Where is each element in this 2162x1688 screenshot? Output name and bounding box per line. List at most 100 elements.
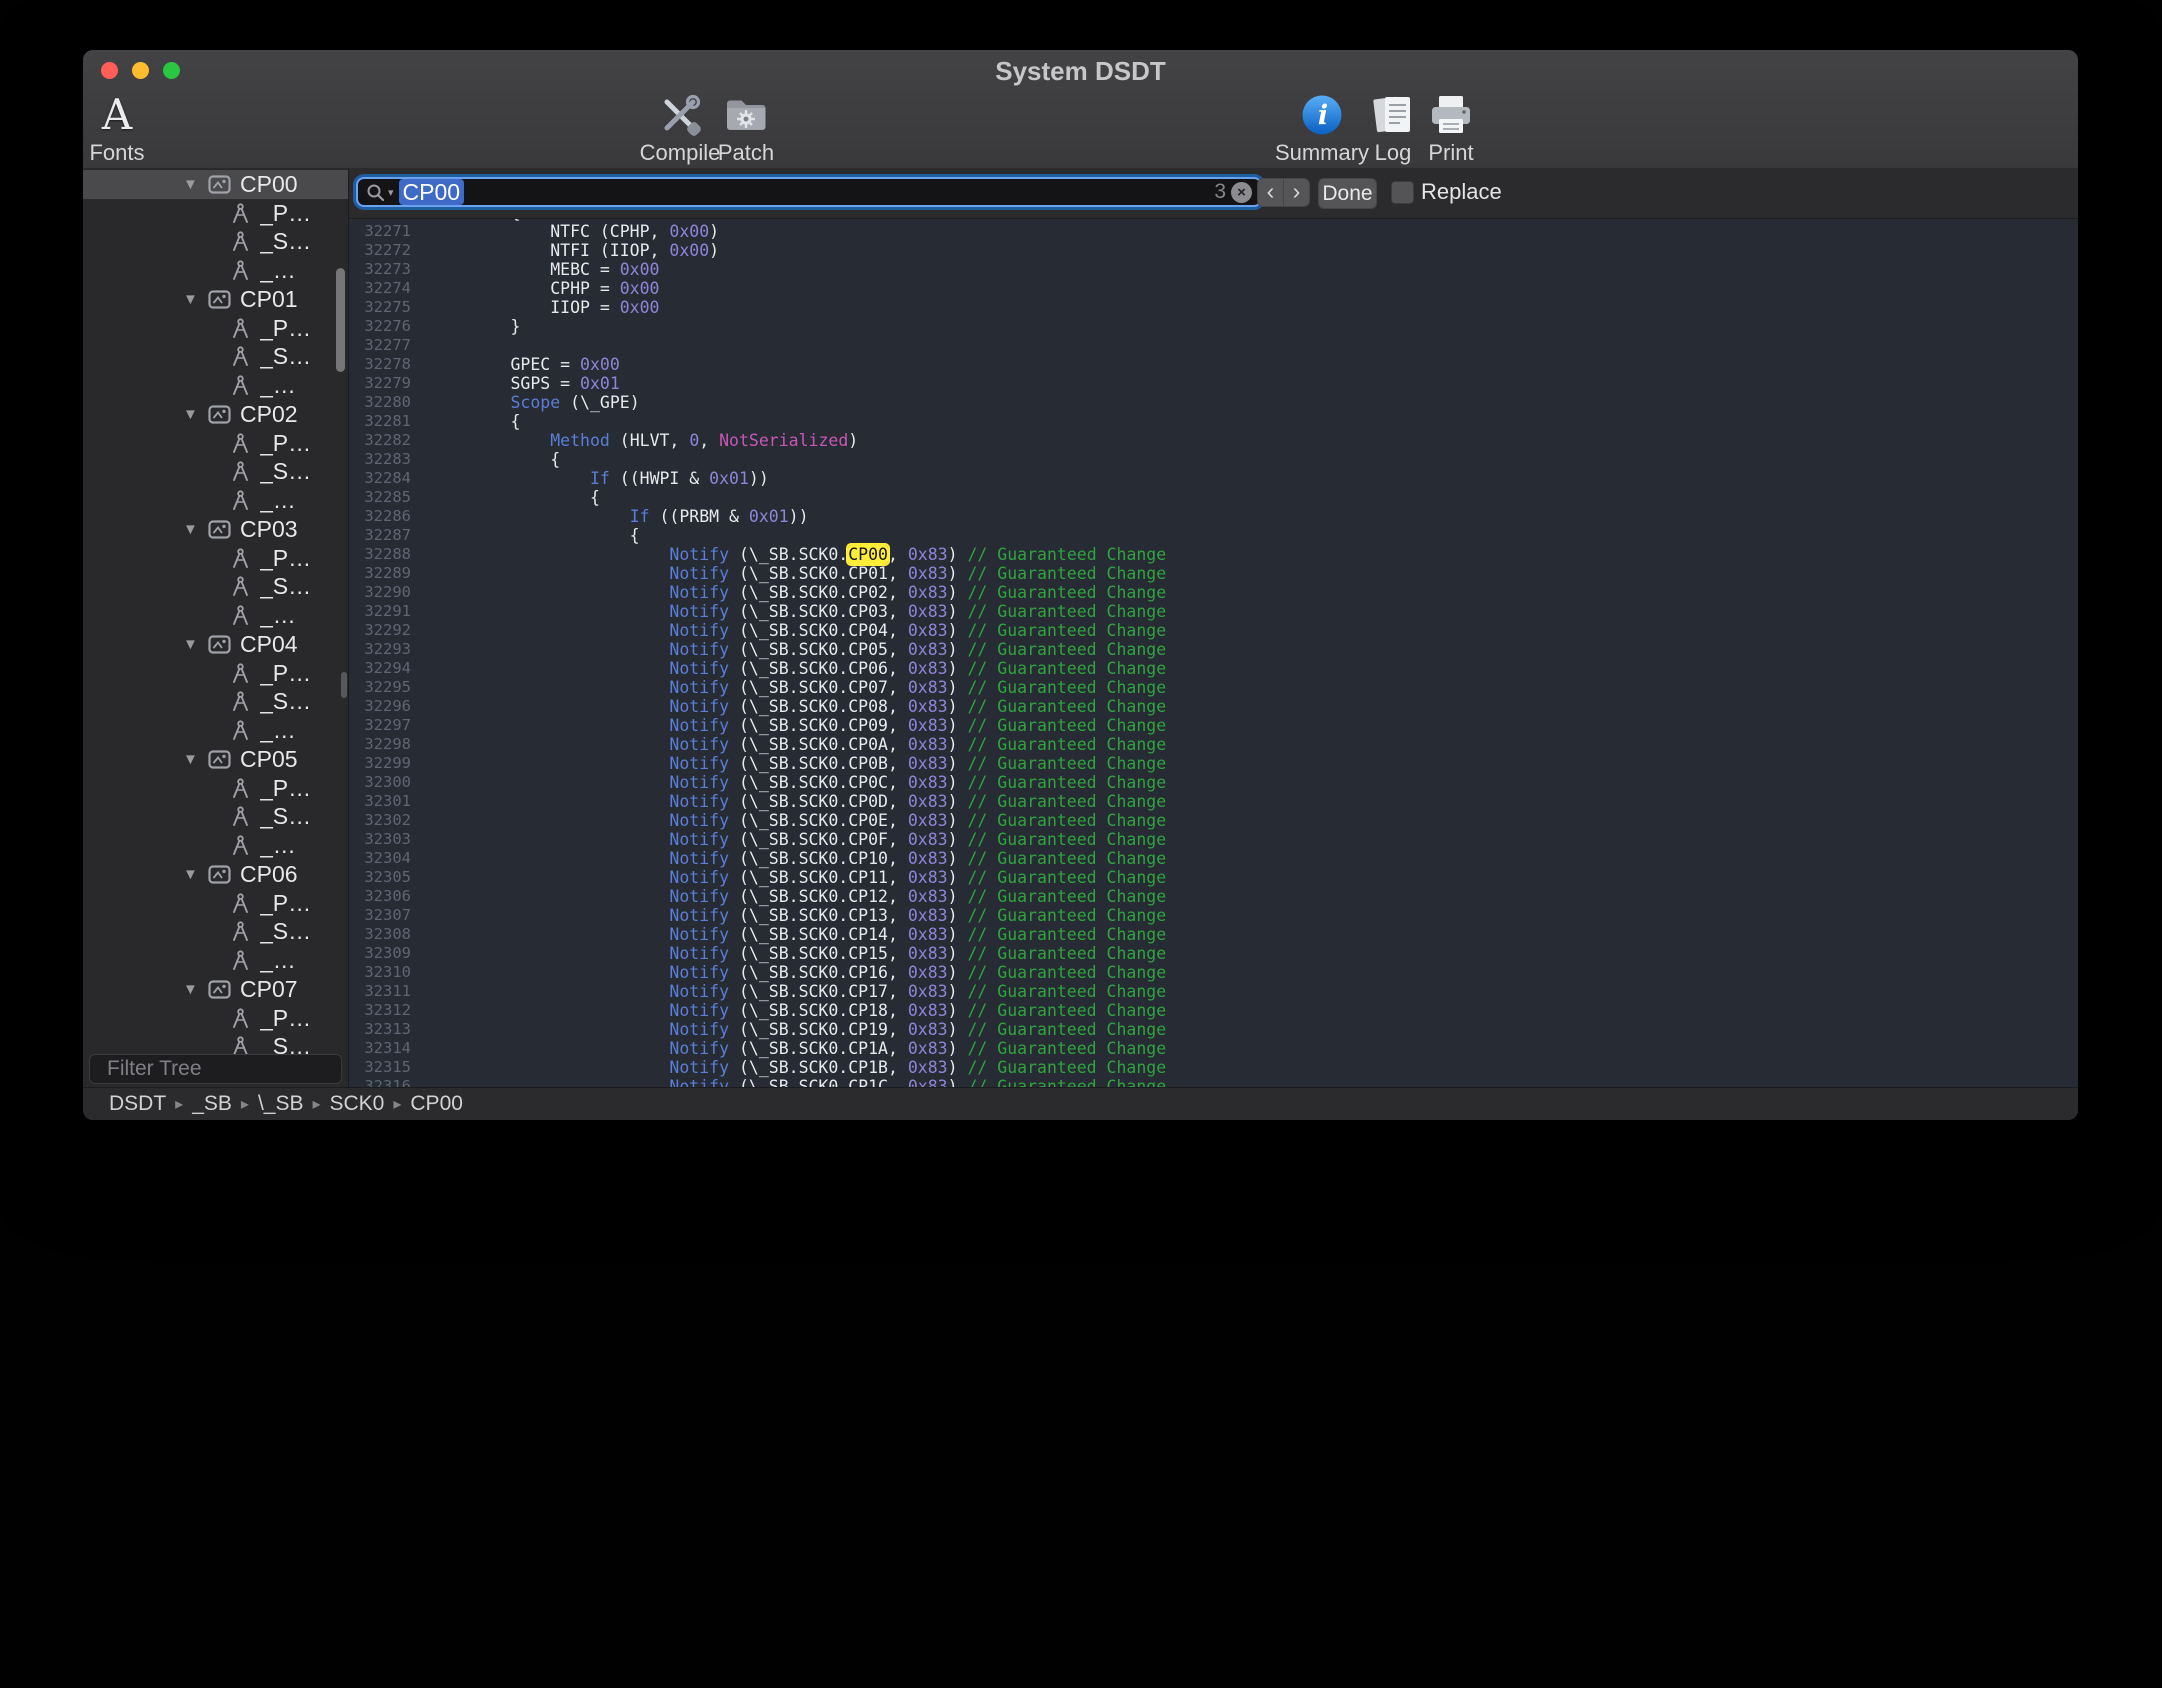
line-number: 32299 <box>349 754 411 773</box>
disclosure-triangle-icon[interactable]: ▼ <box>183 751 199 768</box>
tree-group-cp02[interactable]: ▼CP02 <box>83 400 348 429</box>
tree-item[interactable]: _P… <box>83 889 348 918</box>
compass-icon <box>231 720 250 741</box>
find-previous-button[interactable]: ‹ <box>1258 179 1284 206</box>
breadcrumb-item[interactable]: CP00 <box>410 1092 463 1116</box>
find-search-field[interactable]: ▾ CP00 3 × <box>356 177 1262 207</box>
tree-item-label: _S… <box>260 343 311 370</box>
tree-item[interactable]: _P… <box>83 544 348 573</box>
tree-group-label: CP01 <box>240 286 298 313</box>
line-number: 32272 <box>349 241 411 260</box>
tree-item[interactable]: _P… <box>83 774 348 803</box>
tree-group-cp05[interactable]: ▼CP05 <box>83 745 348 774</box>
code-line: 32275 IIOP = 0x00 <box>349 298 2078 317</box>
breadcrumb-item[interactable]: _SB <box>192 1092 232 1116</box>
line-number: 32306 <box>349 887 411 906</box>
zoom-button[interactable] <box>163 62 180 79</box>
tree-item[interactable]: _S… <box>83 688 348 717</box>
compass-icon <box>231 921 250 942</box>
main-area: ▼CP00_P…_S…_…▼CP01_P…_S…_…▼CP02_P…_S…_…▼… <box>83 168 2078 1088</box>
line-number: 32283 <box>349 450 411 469</box>
sidebar-scrollbar-thumb[interactable] <box>336 268 345 372</box>
fonts-button[interactable]: A Fonts <box>85 92 149 166</box>
summary-button[interactable]: i Summary <box>1280 92 1364 166</box>
tree-item[interactable]: _… <box>83 601 348 630</box>
disclosure-triangle-icon[interactable]: ▼ <box>183 636 199 653</box>
compass-icon <box>231 893 250 914</box>
tree-item[interactable]: _S… <box>83 343 348 372</box>
tree-item[interactable]: _… <box>83 371 348 400</box>
tree-item[interactable]: _P… <box>83 1004 348 1033</box>
filter-tree-field[interactable] <box>89 1054 342 1084</box>
code-line: 32282 Method (HLVT, 0, NotSerialized) <box>349 431 2078 450</box>
tree-group-cp03[interactable]: ▼CP03 <box>83 515 348 544</box>
code-text: } <box>411 317 520 336</box>
tree-group-cp04[interactable]: ▼ CP04 <box>83 630 348 659</box>
chevron-down-icon[interactable]: ▾ <box>388 186 394 199</box>
tree-item[interactable]: _P… <box>83 429 348 458</box>
tree-item[interactable]: _… <box>83 256 348 285</box>
compass-icon <box>231 663 250 684</box>
line-number: 32273 <box>349 260 411 279</box>
done-button[interactable]: Done <box>1318 178 1377 209</box>
disclosure-triangle-icon[interactable]: ▼ <box>183 406 199 423</box>
tree-item[interactable]: _S… <box>83 573 348 602</box>
code-text: Notify (\_SB.SCK0.CP15, 0x83) // Guarant… <box>411 944 1166 963</box>
code-line: 32293 Notify (\_SB.SCK0.CP05, 0x83) // G… <box>349 640 2078 659</box>
breadcrumb-item[interactable]: \_SB <box>258 1092 304 1116</box>
tree-item[interactable]: _S… <box>83 1033 348 1055</box>
code-text: Notify (\_SB.SCK0.CP0D, 0x83) // Guarant… <box>411 792 1166 811</box>
disclosure-triangle-icon[interactable]: ▼ <box>183 866 199 883</box>
dsdt-tree[interactable]: ▼CP00_P…_S…_…▼CP01_P…_S…_…▼CP02_P…_S…_…▼… <box>83 168 348 1054</box>
code-line: 32297 Notify (\_SB.SCK0.CP09, 0x83) // G… <box>349 716 2078 735</box>
tree-item[interactable]: _… <box>83 486 348 515</box>
disclosure-triangle-icon[interactable]: ▼ <box>183 291 199 308</box>
tree-item[interactable]: _S… <box>83 803 348 832</box>
tree-item[interactable]: _… <box>83 716 348 745</box>
breadcrumb-separator-icon: ▸ <box>312 1094 320 1114</box>
clear-search-icon[interactable]: × <box>1231 182 1252 203</box>
disclosure-triangle-icon[interactable]: ▼ <box>183 981 199 998</box>
tree-item[interactable]: _… <box>83 831 348 860</box>
code-line: 32303 Notify (\_SB.SCK0.CP0F, 0x83) // G… <box>349 830 2078 849</box>
compile-button[interactable]: Compile <box>638 92 722 166</box>
tree-item-label: _P… <box>260 660 311 687</box>
tree-group-label: CP06 <box>240 861 298 888</box>
titlebar[interactable]: System DSDT <box>83 50 2078 90</box>
find-next-button[interactable]: › <box>1284 179 1309 206</box>
patch-button[interactable]: Patch <box>714 92 778 166</box>
filter-tree-input[interactable] <box>105 1056 380 1082</box>
minimize-button[interactable] <box>132 62 149 79</box>
code-text: Scope (\_GPE) <box>411 393 640 412</box>
code-editor[interactable]: 32270 {32271 NTFC (CPHP, 0x00)32272 NTFI… <box>349 219 2078 1088</box>
code-text: SGPS = 0x01 <box>411 374 620 393</box>
tree-group-cp06[interactable]: ▼ CP06 <box>83 860 348 889</box>
tree-group-cp07[interactable]: ▼CP07 <box>83 975 348 1004</box>
tree-item-label: _… <box>260 947 296 974</box>
replace-checkbox[interactable] <box>1391 181 1414 204</box>
code-text: Notify (\_SB.SCK0.CP05, 0x83) // Guarant… <box>411 640 1166 659</box>
breadcrumb-item[interactable]: SCK0 <box>330 1092 385 1116</box>
print-button[interactable]: Print <box>1423 92 1479 166</box>
tree-item[interactable]: _P… <box>83 199 348 228</box>
close-button[interactable] <box>101 62 118 79</box>
tree-item[interactable]: _P… <box>83 659 348 688</box>
breadcrumb-item[interactable]: DSDT <box>109 1092 166 1116</box>
tree-item[interactable]: _S… <box>83 458 348 487</box>
code-text: Notify (\_SB.SCK0.CP19, 0x83) // Guarant… <box>411 1020 1166 1039</box>
disclosure-triangle-icon[interactable]: ▼ <box>183 521 199 538</box>
line-number: 32281 <box>349 412 411 431</box>
tree-group-label: CP00 <box>240 171 298 198</box>
tree-group-label: CP04 <box>240 631 298 658</box>
tree-item[interactable]: _P… <box>83 314 348 343</box>
code-line: 32315 Notify (\_SB.SCK0.CP1B, 0x83) // G… <box>349 1058 2078 1077</box>
tree-item[interactable]: _… <box>83 946 348 975</box>
code-line: 32311 Notify (\_SB.SCK0.CP17, 0x83) // G… <box>349 982 2078 1001</box>
tree-item[interactable]: _S… <box>83 918 348 947</box>
tree-group-cp00[interactable]: ▼ CP00 <box>83 170 348 199</box>
split-handle[interactable] <box>341 672 347 698</box>
tree-group-cp01[interactable]: ▼ CP01 <box>83 285 348 314</box>
log-button[interactable]: Log <box>1369 92 1417 166</box>
tree-item[interactable]: _S… <box>83 228 348 257</box>
disclosure-triangle-icon[interactable]: ▼ <box>183 176 199 193</box>
